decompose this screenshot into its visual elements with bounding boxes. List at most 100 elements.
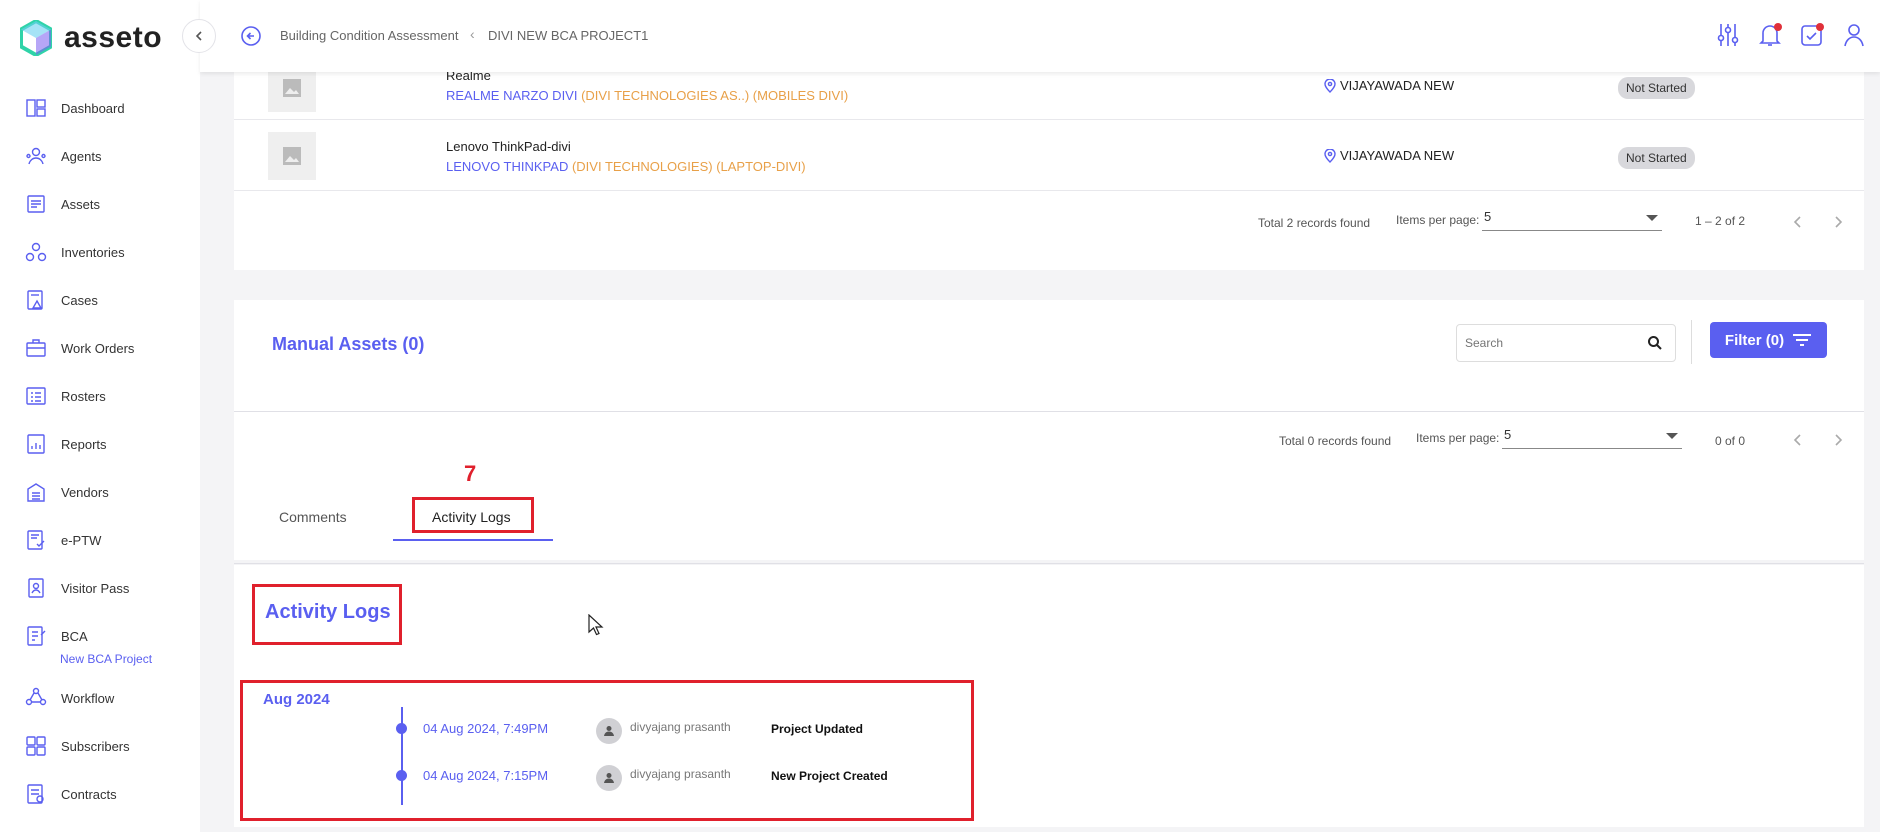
tab-comments[interactable]: Comments: [279, 509, 347, 525]
sidebar: asseto Dashboard Agents Assets Inventori…: [0, 0, 200, 832]
asset-thumbnail: [268, 132, 316, 180]
records-count: Total 2 records found: [1258, 216, 1371, 230]
visitor-pass-icon: [28, 578, 44, 598]
sidebar-item-agents[interactable]: Agents: [0, 132, 200, 180]
eptw-icon: [27, 530, 45, 550]
sidebar-item-label: Reports: [61, 436, 107, 452]
asset-location-text: VIJAYAWADA NEW: [1340, 148, 1455, 163]
sidebar-item-visitor-pass[interactable]: Visitor Pass: [0, 564, 200, 612]
notification-dot: [1816, 23, 1824, 31]
sidebar-item-inventories[interactable]: Inventories: [0, 228, 200, 276]
sidebar-item-reports[interactable]: Reports: [0, 420, 200, 468]
status-badge: Not Started: [1618, 77, 1695, 99]
image-placeholder-icon: [283, 147, 301, 165]
back-arrow-icon[interactable]: [240, 25, 262, 47]
user-avatar-icon: [604, 773, 614, 783]
asset-name: Lenovo ThinkPad-divi: [446, 139, 571, 154]
filter-button[interactable]: Filter (0): [1710, 322, 1827, 358]
sidebar-item-rosters[interactable]: Rosters: [0, 372, 200, 420]
caret-down-icon: [1646, 215, 1658, 221]
avatar: [596, 718, 622, 744]
bca-icon: [27, 626, 46, 646]
prev-page-button[interactable]: [1788, 430, 1808, 450]
sidebar-item-eptw[interactable]: e-PTW: [0, 516, 200, 564]
items-per-page-label: Items per page:: [1416, 431, 1500, 445]
work-orders-icon: [26, 339, 46, 357]
filter-lines-icon: [1793, 334, 1812, 346]
search-icon: [1648, 336, 1662, 350]
location-pin-icon: [1324, 78, 1336, 93]
sidebar-item-work-orders[interactable]: Work Orders: [0, 324, 200, 372]
log-date: 04 Aug 2024, 7:15PM: [423, 768, 549, 783]
sidebar-item-label: e-PTW: [61, 532, 102, 548]
bell-icon[interactable]: [1758, 22, 1782, 48]
manual-assets-title: Manual Assets (0): [272, 334, 425, 354]
inventories-icon: [25, 242, 47, 262]
sidebar-item-contracts[interactable]: Contracts: [0, 770, 200, 818]
app-name: asseto: [64, 21, 163, 54]
items-per-page-select[interactable]: 5: [1502, 427, 1682, 449]
sidebar-subitem-new-bca-project[interactable]: New BCA Project: [0, 648, 200, 670]
records-count: Total 0 records found: [1279, 434, 1392, 448]
status-badge: Not Started: [1618, 147, 1695, 169]
sidebar-item-subscribers[interactable]: Subscribers: [0, 722, 200, 770]
sidebar-item-vendors[interactable]: Vendors: [0, 468, 200, 516]
sidebar-item-label: Agents: [61, 148, 102, 164]
log-user: divyajang prasanth: [630, 720, 731, 734]
activity-logs-title: Activity Logs: [265, 601, 391, 623]
prev-page-button[interactable]: [1788, 212, 1808, 232]
next-page-button[interactable]: [1828, 212, 1848, 232]
search-field[interactable]: [1456, 324, 1676, 362]
timeline-line: [401, 707, 403, 805]
sidebar-item-label: Assets: [61, 196, 101, 212]
annotation-highlight-box: [240, 680, 974, 821]
reports-icon: [27, 434, 45, 454]
image-placeholder-icon: [283, 79, 301, 97]
calendar-check-icon[interactable]: [1800, 22, 1824, 48]
app-logo[interactable]: asseto: [20, 20, 162, 56]
active-tab-indicator: [393, 539, 553, 541]
breadcrumb-current: DIVI NEW BCA PROJECT1: [488, 28, 649, 43]
vendors-icon: [27, 483, 45, 502]
asset-org: (DIVI TECHNOLOGIES): [571, 159, 713, 174]
divider: [1691, 320, 1692, 364]
tab-activity-logs[interactable]: Activity Logs: [432, 509, 511, 525]
asset-location-text: VIJAYAWADA NEW: [1340, 78, 1455, 93]
rosters-icon: [26, 387, 46, 405]
manual-assets-panel: Manual Assets (0) Filter (0) Total 0 rec…: [234, 300, 1864, 564]
items-per-page-select[interactable]: 5: [1482, 209, 1662, 231]
asset-details: LENOVO THINKPAD (DIVI TECHNOLOGIES) (LAP…: [446, 159, 806, 174]
logo-mark-icon: [20, 20, 52, 56]
divider: [234, 411, 1864, 412]
sidebar-item-cases[interactable]: Cases: [0, 276, 200, 324]
asset-model[interactable]: LENOVO THINKPAD: [446, 159, 568, 174]
sidebar-collapse-button[interactable]: [182, 19, 216, 53]
sidebar-item-label: Visitor Pass: [61, 580, 130, 596]
breadcrumb-item[interactable]: Building Condition Assessment: [280, 28, 459, 43]
avatar: [596, 765, 622, 791]
filter-settings-icon[interactable]: [1716, 22, 1740, 48]
asset-model[interactable]: REALME NARZO DIVI: [446, 88, 577, 103]
activity-logs-panel: Activity Logs Aug 2024 04 Aug 2024, 7:49…: [234, 565, 1864, 827]
log-date: 04 Aug 2024, 7:49PM: [423, 721, 549, 736]
asset-location: VIJAYAWADA NEW: [1324, 78, 1454, 93]
search-input[interactable]: [1457, 325, 1637, 361]
log-event: New Project Created: [771, 769, 888, 783]
sidebar-item-label: Subscribers: [61, 738, 130, 754]
caret-down-icon: [1666, 433, 1678, 439]
sidebar-item-dashboard[interactable]: Dashboard: [0, 84, 200, 132]
items-per-page-label: Items per page:: [1396, 213, 1480, 227]
sidebar-item-workflow[interactable]: Workflow: [0, 674, 200, 722]
user-icon[interactable]: [1842, 22, 1866, 48]
table-row[interactable]: Lenovo ThinkPad-divi LENOVO THINKPAD (DI…: [234, 121, 1864, 191]
sidebar-item-assets[interactable]: Assets: [0, 180, 200, 228]
items-per-page-value: 5: [1484, 209, 1492, 224]
page-range: 0 of 0: [1715, 434, 1746, 448]
asset-org: (DIVI TECHNOLOGIES AS..): [581, 88, 750, 103]
notification-dot: [1774, 23, 1782, 31]
mouse-cursor-icon: [588, 614, 604, 636]
sidebar-item-label: Contracts: [61, 786, 117, 802]
location-pin-icon: [1324, 148, 1336, 163]
timeline-dot: [396, 723, 407, 734]
next-page-button[interactable]: [1828, 430, 1848, 450]
